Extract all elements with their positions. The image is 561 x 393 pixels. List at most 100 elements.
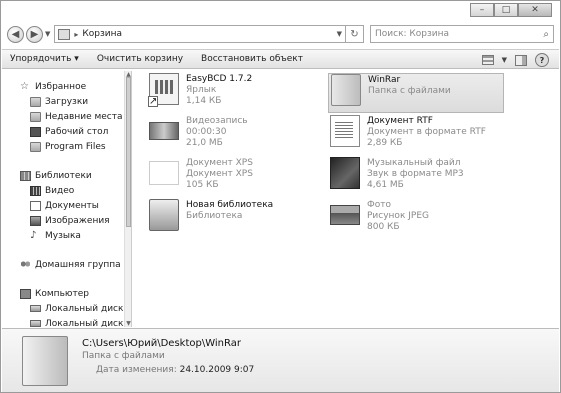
change-view-icon[interactable]: [481, 55, 494, 65]
nav-item-label: Локальный диск (D:): [45, 318, 124, 328]
forward-arrow-icon: ▶: [30, 28, 39, 40]
star-icon: ☆: [20, 80, 29, 92]
search-placeholder: Поиск: Корзина: [375, 29, 450, 39]
nav-item-label: Музыка: [45, 230, 81, 241]
file-item-new-library[interactable]: Новая библиотека Библиотека: [147, 199, 337, 239]
library-icon: [20, 170, 31, 181]
downloads-folder-icon: [30, 96, 41, 107]
search-input[interactable]: Поиск: Корзина ⌕: [370, 25, 554, 43]
file-name: WinRar: [368, 75, 401, 85]
empty-recycle-bin-button[interactable]: Очистить корзину: [97, 54, 183, 64]
file-item-rtf[interactable]: Документ RTF Документ в формате RTF 2,89 К…: [328, 115, 518, 155]
file-type: Библиотека: [186, 211, 243, 221]
nav-homegroup[interactable]: Домашняя группа: [2, 257, 124, 272]
drive-icon: [30, 320, 41, 327]
navigation-scrollbar[interactable]: ▲ ▼: [124, 71, 132, 327]
pictures-library-icon: [30, 215, 41, 226]
forward-button[interactable]: ▶: [26, 25, 43, 43]
toolbar-right: ▼ ?: [481, 53, 549, 67]
explorer-window: – □ ✕ ◀ ▶ ▼ ▸ Корзина ▼ ↻ Поиск: Корзина…: [0, 0, 561, 393]
nav-item-label: Недавние места: [45, 111, 123, 122]
breadcrumb-separator-icon[interactable]: ▸: [74, 30, 78, 39]
back-arrow-icon: ◀: [11, 28, 20, 40]
file-name: Документ XPS: [186, 158, 253, 168]
refresh-button[interactable]: ↻: [346, 25, 364, 43]
file-type: Папка с файлами: [368, 86, 451, 96]
homegroup-group: Домашняя группа: [2, 257, 124, 272]
music-thumbnail-icon: [330, 157, 360, 189]
file-size: 2,89 КБ: [367, 138, 403, 148]
file-item-winrar[interactable]: WinRar Папка с файлами: [328, 73, 504, 113]
scroll-down-icon[interactable]: ▼: [125, 320, 132, 327]
address-history-dropdown[interactable]: ▼: [337, 30, 342, 38]
nav-item-label: Рабочий стол: [45, 126, 109, 137]
computer-group: Компьютер Локальный диск (C:) Локальный …: [2, 286, 124, 327]
address-bar[interactable]: ▸ Корзина ▼: [54, 25, 346, 43]
preview-pane-icon[interactable]: [515, 54, 527, 66]
homegroup-icon: [20, 259, 31, 270]
nav-item-recent-places[interactable]: Недавние места: [2, 109, 124, 124]
nav-computer[interactable]: Компьютер: [2, 286, 124, 301]
file-size: 21,0 МБ: [186, 138, 223, 148]
file-item-easybcd[interactable]: EasyBCD 1.7.2Ярлык1,14 КБ: [147, 73, 337, 113]
close-button[interactable]: ✕: [518, 3, 552, 17]
video-library-icon: [30, 185, 41, 196]
breadcrumb[interactable]: Корзина: [82, 29, 332, 39]
back-button[interactable]: ◀: [7, 25, 24, 43]
help-icon[interactable]: ?: [535, 53, 549, 67]
nav-favorites[interactable]: ☆ Избранное: [2, 79, 124, 94]
nav-computer-label: Компьютер: [35, 288, 89, 299]
nav-item-drive-c[interactable]: Локальный диск (C:): [2, 301, 124, 316]
nav-item-downloads[interactable]: Загрузки: [2, 94, 124, 109]
nav-item-music[interactable]: ♪ Музыка: [2, 228, 124, 243]
drive-icon: [30, 305, 41, 312]
rtf-document-icon: [330, 115, 360, 147]
nav-item-label: Загрузки: [45, 96, 89, 107]
folder-icon: [30, 141, 41, 152]
details-type: Папка с файлами: [82, 351, 165, 361]
file-item-music[interactable]: Музыкальный файл Звук в формате MP3 4,61 М…: [328, 157, 518, 197]
nav-item-documents[interactable]: Документы: [2, 198, 124, 213]
nav-item-label: Изображения: [45, 215, 110, 226]
file-size: 800 КБ: [367, 222, 400, 232]
file-name: Фото: [367, 200, 392, 210]
nav-item-label: Program Files: [45, 141, 106, 152]
nav-item-drive-d[interactable]: Локальный диск (D:): [2, 316, 124, 327]
nav-item-video[interactable]: Видео: [2, 183, 124, 198]
file-name: Видеозапись: [186, 116, 248, 126]
desktop-icon: [30, 126, 41, 137]
xps-document-icon: [149, 161, 179, 185]
file-item-photo[interactable]: Фото Рисунок JPEG 800 КБ: [328, 199, 518, 239]
video-thumbnail-icon: [149, 122, 179, 140]
file-item-video[interactable]: Видеозапись 00:00:30 21,0 МБ: [147, 115, 337, 155]
file-item-xps[interactable]: Документ XPS Документ XPS 105 КБ: [147, 157, 337, 197]
shortcut-icon: [148, 73, 179, 107]
nav-item-label: Видео: [45, 185, 75, 196]
minimize-button[interactable]: –: [470, 3, 494, 17]
view-dropdown-icon[interactable]: ▼: [502, 56, 507, 64]
nav-libraries[interactable]: Библиотеки: [2, 168, 124, 183]
maximize-button[interactable]: □: [494, 3, 518, 17]
nav-item-program-files[interactable]: Program Files: [2, 139, 124, 154]
nav-libraries-label: Библиотеки: [35, 170, 92, 181]
scroll-thumb[interactable]: [126, 77, 131, 227]
nav-favorites-label: Избранное: [35, 81, 87, 92]
file-size: 4,61 МБ: [367, 180, 404, 190]
file-name: Документ RTF: [367, 116, 433, 126]
file-list: EasyBCD 1.7.2Ярлык1,14 КБ Видеозапись00:…: [133, 71, 559, 327]
details-path: C:\Users\Юрий\Desktop\WinRar: [82, 338, 241, 349]
nav-item-pictures[interactable]: Изображения: [2, 213, 124, 228]
libraries-group: Библиотеки Видео Документы Изображения ♪…: [2, 168, 124, 243]
recent-pages-dropdown[interactable]: ▼: [45, 30, 50, 38]
restore-item-button[interactable]: Восстановить объект: [201, 54, 303, 64]
refresh-icon: ↻: [350, 28, 359, 40]
details-date-value: 24.10.2009 9:07: [179, 365, 255, 375]
details-date-label: Дата изменения:: [96, 365, 177, 375]
organize-button[interactable]: Упорядочить ▾: [10, 54, 79, 64]
file-type: Рисунок JPEG: [367, 211, 429, 221]
command-bar: Упорядочить ▾ Очистить корзину Восстанов…: [2, 49, 559, 69]
nav-item-desktop[interactable]: Рабочий стол: [2, 124, 124, 139]
navigation-pane: ☆ Избранное Загрузки Недавние места Рабо…: [2, 71, 124, 327]
search-icon[interactable]: ⌕: [543, 29, 549, 40]
file-size: 1,14 КБ: [186, 96, 222, 106]
